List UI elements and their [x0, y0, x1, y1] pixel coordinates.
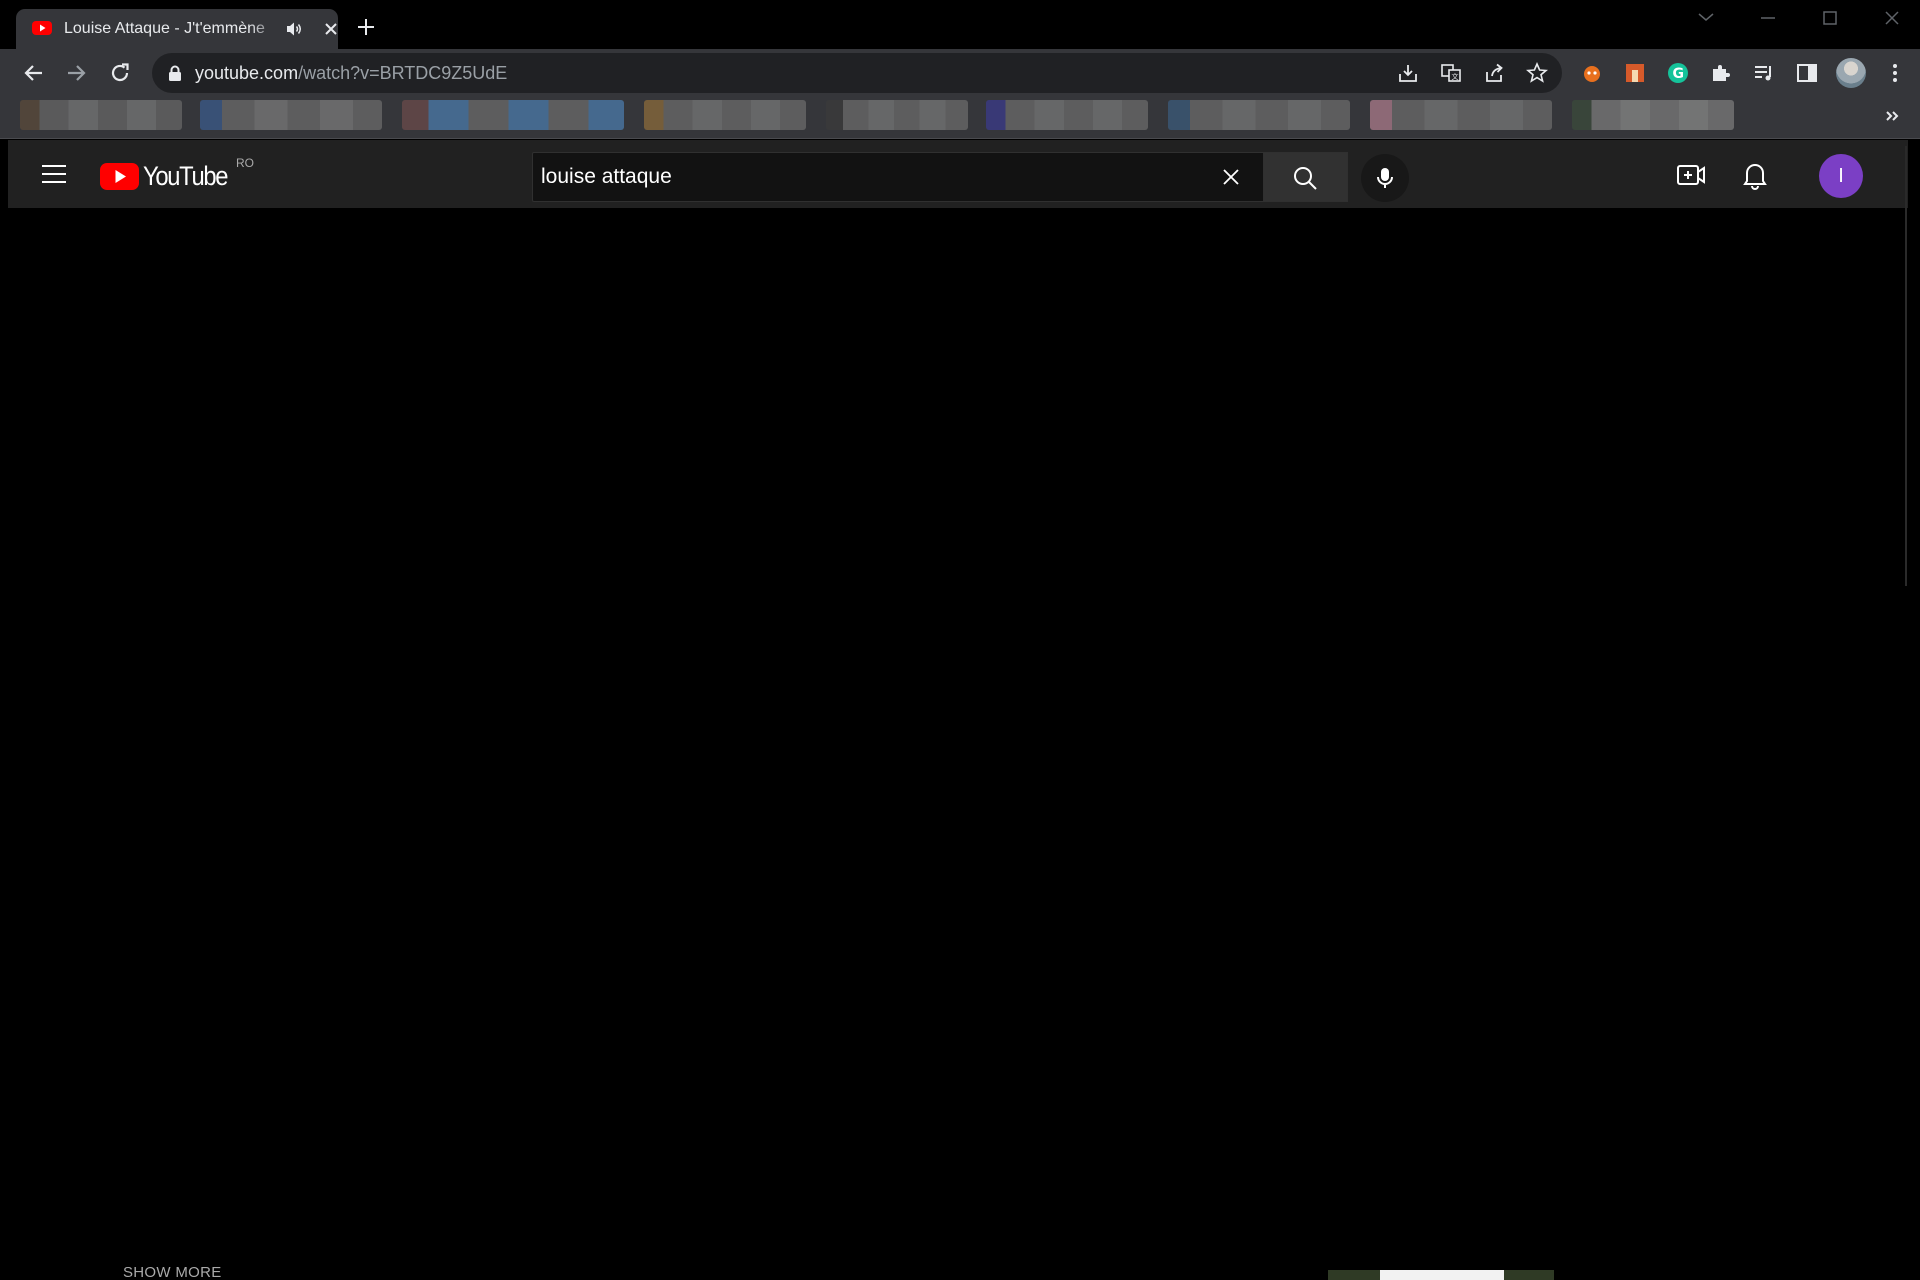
extension-castle-icon[interactable] — [1623, 61, 1647, 85]
close-window-icon[interactable] — [1874, 4, 1910, 32]
bookmark-6[interactable] — [986, 100, 1148, 130]
browser-window: Louise Attaque - J't'emmène youtube.com/… — [0, 0, 1920, 1280]
browser-profile-avatar[interactable] — [1836, 58, 1866, 88]
page-scrollbar[interactable] — [1905, 146, 1907, 586]
side-panel-icon[interactable] — [1795, 61, 1819, 85]
tab-active[interactable]: Louise Attaque - J't'emmène — [16, 9, 338, 49]
browser-toolbar: youtube.com/watch?v=BRTDC9Z5UdE 文 G — [0, 49, 1920, 97]
url-text[interactable]: youtube.com/watch?v=BRTDC9Z5UdE — [195, 63, 507, 84]
video-player[interactable] — [8, 208, 1908, 1274]
maximize-icon[interactable] — [1812, 4, 1848, 32]
youtube-favicon-icon — [32, 21, 52, 35]
youtube-logo[interactable]: YouTube — [100, 161, 230, 191]
address-bar[interactable]: youtube.com/watch?v=BRTDC9Z5UdE 文 — [152, 53, 1562, 93]
extensions-puzzle-icon[interactable] — [1709, 61, 1733, 85]
search-icon — [1294, 167, 1317, 190]
youtube-masthead: YouTube RO louise attaque I — [8, 140, 1908, 208]
hamburger-menu-icon[interactable] — [40, 162, 68, 186]
thumbnail-image — [1380, 1270, 1504, 1280]
extension-fox-icon[interactable] — [1580, 61, 1604, 85]
notifications-bell-icon[interactable] — [1742, 160, 1768, 190]
translate-icon[interactable]: 文 — [1440, 62, 1462, 84]
search-button[interactable] — [1264, 152, 1348, 202]
forward-arrow-icon[interactable] — [64, 61, 88, 85]
speaker-icon[interactable] — [286, 21, 303, 37]
youtube-page: YouTube RO louise attaque I SHOW MORE — [8, 140, 1908, 1280]
share-icon[interactable] — [1483, 62, 1505, 84]
grammarly-icon[interactable]: G — [1666, 61, 1690, 85]
bookmark-7[interactable] — [1168, 100, 1350, 130]
more-bookmarks-chevron-icon[interactable] — [1882, 105, 1902, 127]
back-arrow-icon[interactable] — [22, 61, 46, 85]
media-controls-icon[interactable] — [1752, 61, 1776, 85]
install-app-icon[interactable] — [1397, 62, 1419, 84]
svg-text:G: G — [1673, 66, 1685, 82]
bookmark-1[interactable] — [20, 100, 182, 130]
tab-search-chevron-icon[interactable] — [1688, 4, 1724, 32]
lock-icon[interactable] — [168, 65, 182, 81]
bookmark-9[interactable] — [1572, 100, 1734, 130]
tab-close-icon[interactable] — [321, 19, 341, 39]
svg-text:文: 文 — [1452, 72, 1459, 81]
tab-strip: Louise Attaque - J't'emmène — [0, 0, 1920, 49]
recommended-thumbnail[interactable] — [1328, 1270, 1554, 1280]
youtube-logo-text: YouTube — [143, 161, 228, 191]
new-tab-plus-icon[interactable] — [356, 17, 376, 37]
menu-kebab-icon[interactable] — [1883, 61, 1907, 85]
url-path: /watch?v=BRTDC9Z5UdE — [298, 63, 508, 83]
bookmark-star-icon[interactable] — [1526, 62, 1548, 84]
search-query-text: louise attaque — [541, 165, 672, 188]
account-avatar[interactable]: I — [1819, 154, 1863, 198]
url-domain: youtube.com — [195, 63, 299, 83]
voice-search-button[interactable] — [1361, 154, 1409, 202]
tab-title: Louise Attaque - J't'emmène — [64, 20, 265, 37]
bookmark-5[interactable] — [826, 100, 968, 130]
bookmark-2[interactable] — [200, 100, 382, 130]
bookmarks-bar — [0, 97, 1920, 139]
microphone-icon — [1377, 168, 1393, 188]
search-input[interactable]: louise attaque — [532, 152, 1264, 202]
bookmark-4[interactable] — [644, 100, 806, 130]
bookmark-3[interactable] — [402, 100, 624, 130]
reload-icon[interactable] — [108, 61, 132, 85]
minimize-icon[interactable] — [1750, 4, 1786, 32]
show-more-button[interactable]: SHOW MORE — [123, 1264, 222, 1280]
bookmark-8[interactable] — [1370, 100, 1552, 130]
country-code: RO — [236, 156, 254, 170]
create-video-icon[interactable] — [1676, 162, 1706, 188]
clear-search-icon[interactable] — [1219, 165, 1243, 189]
